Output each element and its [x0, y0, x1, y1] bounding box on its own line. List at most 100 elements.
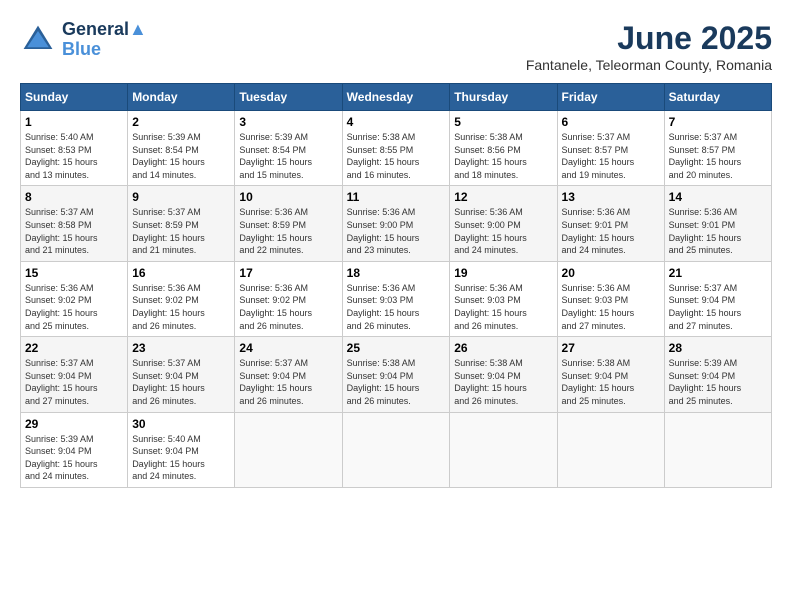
day-number-3: 3 — [239, 115, 337, 129]
calendar-cell: 15 Sunrise: 5:36 AM Sunset: 9:02 PM Dayl… — [21, 261, 128, 336]
calendar-week-4: 22 Sunrise: 5:37 AM Sunset: 9:04 PM Dayl… — [21, 337, 772, 412]
month-title: June 2025 — [526, 20, 772, 57]
calendar-cell: 22 Sunrise: 5:37 AM Sunset: 9:04 PM Dayl… — [21, 337, 128, 412]
calendar-cell: 25 Sunrise: 5:38 AM Sunset: 9:04 PM Dayl… — [342, 337, 450, 412]
day-info-8: Sunrise: 5:37 AM Sunset: 8:58 PM Dayligh… — [25, 206, 123, 256]
calendar-week-2: 8 Sunrise: 5:37 AM Sunset: 8:58 PM Dayli… — [21, 186, 772, 261]
calendar-cell: 21 Sunrise: 5:37 AM Sunset: 9:04 PM Dayl… — [664, 261, 771, 336]
calendar-cell: 16 Sunrise: 5:36 AM Sunset: 9:02 PM Dayl… — [128, 261, 235, 336]
calendar-cell: 5 Sunrise: 5:38 AM Sunset: 8:56 PM Dayli… — [450, 111, 557, 186]
day-number-27: 27 — [562, 341, 660, 355]
calendar-cell: 30 Sunrise: 5:40 AM Sunset: 9:04 PM Dayl… — [128, 412, 235, 487]
day-number-13: 13 — [562, 190, 660, 204]
calendar-cell: 2 Sunrise: 5:39 AM Sunset: 8:54 PM Dayli… — [128, 111, 235, 186]
day-info-1: Sunrise: 5:40 AM Sunset: 8:53 PM Dayligh… — [25, 131, 123, 181]
day-info-20: Sunrise: 5:36 AM Sunset: 9:03 PM Dayligh… — [562, 282, 660, 332]
day-number-26: 26 — [454, 341, 552, 355]
day-number-12: 12 — [454, 190, 552, 204]
logo-text: General▲Blue — [62, 20, 147, 60]
location-title: Fantanele, Teleorman County, Romania — [526, 57, 772, 73]
logo: General▲Blue — [20, 20, 147, 60]
day-number-9: 9 — [132, 190, 230, 204]
calendar-cell — [557, 412, 664, 487]
calendar-header-row: Sunday Monday Tuesday Wednesday Thursday… — [21, 84, 772, 111]
day-number-25: 25 — [347, 341, 446, 355]
day-info-24: Sunrise: 5:37 AM Sunset: 9:04 PM Dayligh… — [239, 357, 337, 407]
day-number-4: 4 — [347, 115, 446, 129]
header-thursday: Thursday — [450, 84, 557, 111]
day-info-4: Sunrise: 5:38 AM Sunset: 8:55 PM Dayligh… — [347, 131, 446, 181]
calendar-cell: 20 Sunrise: 5:36 AM Sunset: 9:03 PM Dayl… — [557, 261, 664, 336]
day-number-15: 15 — [25, 266, 123, 280]
day-number-29: 29 — [25, 417, 123, 431]
calendar-cell — [450, 412, 557, 487]
day-info-17: Sunrise: 5:36 AM Sunset: 9:02 PM Dayligh… — [239, 282, 337, 332]
calendar-cell: 17 Sunrise: 5:36 AM Sunset: 9:02 PM Dayl… — [235, 261, 342, 336]
calendar-cell: 14 Sunrise: 5:36 AM Sunset: 9:01 PM Dayl… — [664, 186, 771, 261]
calendar-cell — [342, 412, 450, 487]
day-number-8: 8 — [25, 190, 123, 204]
day-info-6: Sunrise: 5:37 AM Sunset: 8:57 PM Dayligh… — [562, 131, 660, 181]
day-info-18: Sunrise: 5:36 AM Sunset: 9:03 PM Dayligh… — [347, 282, 446, 332]
calendar-cell: 4 Sunrise: 5:38 AM Sunset: 8:55 PM Dayli… — [342, 111, 450, 186]
day-info-2: Sunrise: 5:39 AM Sunset: 8:54 PM Dayligh… — [132, 131, 230, 181]
day-number-6: 6 — [562, 115, 660, 129]
calendar-cell — [235, 412, 342, 487]
day-info-9: Sunrise: 5:37 AM Sunset: 8:59 PM Dayligh… — [132, 206, 230, 256]
day-info-16: Sunrise: 5:36 AM Sunset: 9:02 PM Dayligh… — [132, 282, 230, 332]
header-friday: Friday — [557, 84, 664, 111]
calendar-cell: 27 Sunrise: 5:38 AM Sunset: 9:04 PM Dayl… — [557, 337, 664, 412]
day-info-25: Sunrise: 5:38 AM Sunset: 9:04 PM Dayligh… — [347, 357, 446, 407]
day-info-29: Sunrise: 5:39 AM Sunset: 9:04 PM Dayligh… — [25, 433, 123, 483]
day-number-7: 7 — [669, 115, 767, 129]
calendar-week-3: 15 Sunrise: 5:36 AM Sunset: 9:02 PM Dayl… — [21, 261, 772, 336]
day-info-3: Sunrise: 5:39 AM Sunset: 8:54 PM Dayligh… — [239, 131, 337, 181]
day-info-12: Sunrise: 5:36 AM Sunset: 9:00 PM Dayligh… — [454, 206, 552, 256]
day-number-2: 2 — [132, 115, 230, 129]
calendar-cell: 7 Sunrise: 5:37 AM Sunset: 8:57 PM Dayli… — [664, 111, 771, 186]
calendar-cell: 9 Sunrise: 5:37 AM Sunset: 8:59 PM Dayli… — [128, 186, 235, 261]
day-number-30: 30 — [132, 417, 230, 431]
day-info-11: Sunrise: 5:36 AM Sunset: 9:00 PM Dayligh… — [347, 206, 446, 256]
day-info-7: Sunrise: 5:37 AM Sunset: 8:57 PM Dayligh… — [669, 131, 767, 181]
title-section: June 2025 Fantanele, Teleorman County, R… — [526, 20, 772, 73]
calendar-cell: 8 Sunrise: 5:37 AM Sunset: 8:58 PM Dayli… — [21, 186, 128, 261]
day-info-21: Sunrise: 5:37 AM Sunset: 9:04 PM Dayligh… — [669, 282, 767, 332]
calendar-cell: 1 Sunrise: 5:40 AM Sunset: 8:53 PM Dayli… — [21, 111, 128, 186]
calendar-cell: 24 Sunrise: 5:37 AM Sunset: 9:04 PM Dayl… — [235, 337, 342, 412]
day-number-1: 1 — [25, 115, 123, 129]
day-number-18: 18 — [347, 266, 446, 280]
day-info-19: Sunrise: 5:36 AM Sunset: 9:03 PM Dayligh… — [454, 282, 552, 332]
page-header: General▲Blue June 2025 Fantanele, Teleor… — [20, 20, 772, 73]
day-info-13: Sunrise: 5:36 AM Sunset: 9:01 PM Dayligh… — [562, 206, 660, 256]
day-number-23: 23 — [132, 341, 230, 355]
calendar-cell: 3 Sunrise: 5:39 AM Sunset: 8:54 PM Dayli… — [235, 111, 342, 186]
calendar-table: Sunday Monday Tuesday Wednesday Thursday… — [20, 83, 772, 488]
logo-icon — [20, 22, 56, 58]
day-number-14: 14 — [669, 190, 767, 204]
day-number-17: 17 — [239, 266, 337, 280]
day-info-22: Sunrise: 5:37 AM Sunset: 9:04 PM Dayligh… — [25, 357, 123, 407]
header-tuesday: Tuesday — [235, 84, 342, 111]
calendar-cell: 26 Sunrise: 5:38 AM Sunset: 9:04 PM Dayl… — [450, 337, 557, 412]
day-info-28: Sunrise: 5:39 AM Sunset: 9:04 PM Dayligh… — [669, 357, 767, 407]
calendar-cell: 29 Sunrise: 5:39 AM Sunset: 9:04 PM Dayl… — [21, 412, 128, 487]
calendar-cell: 6 Sunrise: 5:37 AM Sunset: 8:57 PM Dayli… — [557, 111, 664, 186]
day-info-30: Sunrise: 5:40 AM Sunset: 9:04 PM Dayligh… — [132, 433, 230, 483]
calendar-cell: 12 Sunrise: 5:36 AM Sunset: 9:00 PM Dayl… — [450, 186, 557, 261]
calendar-cell — [664, 412, 771, 487]
day-number-24: 24 — [239, 341, 337, 355]
day-number-21: 21 — [669, 266, 767, 280]
calendar-cell: 19 Sunrise: 5:36 AM Sunset: 9:03 PM Dayl… — [450, 261, 557, 336]
day-number-11: 11 — [347, 190, 446, 204]
day-info-10: Sunrise: 5:36 AM Sunset: 8:59 PM Dayligh… — [239, 206, 337, 256]
day-number-10: 10 — [239, 190, 337, 204]
day-info-5: Sunrise: 5:38 AM Sunset: 8:56 PM Dayligh… — [454, 131, 552, 181]
header-sunday: Sunday — [21, 84, 128, 111]
day-info-14: Sunrise: 5:36 AM Sunset: 9:01 PM Dayligh… — [669, 206, 767, 256]
calendar-cell: 18 Sunrise: 5:36 AM Sunset: 9:03 PM Dayl… — [342, 261, 450, 336]
day-number-22: 22 — [25, 341, 123, 355]
calendar-week-5: 29 Sunrise: 5:39 AM Sunset: 9:04 PM Dayl… — [21, 412, 772, 487]
day-number-19: 19 — [454, 266, 552, 280]
header-wednesday: Wednesday — [342, 84, 450, 111]
